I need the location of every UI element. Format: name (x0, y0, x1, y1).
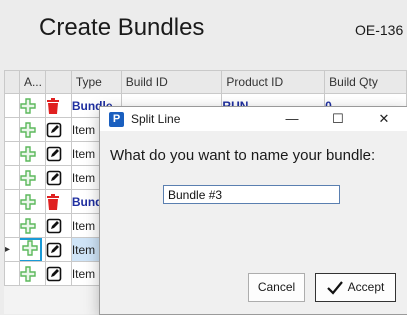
grid-header-build-qty[interactable]: Build Qty (324, 70, 407, 94)
row-pointer (4, 189, 20, 214)
plus-icon[interactable] (20, 97, 36, 114)
add-cell[interactable] (18, 141, 46, 166)
order-id: OE-136 (355, 22, 404, 38)
plus-icon[interactable] (20, 193, 36, 210)
add-cell[interactable] (18, 189, 46, 214)
edit-cell[interactable] (44, 141, 72, 166)
edit-cell[interactable] (44, 117, 72, 142)
add-cell[interactable] (18, 237, 46, 262)
grid-header-build-id[interactable]: Build ID (120, 70, 223, 94)
checkmark-icon (326, 281, 343, 295)
row-pointer: ▸ (4, 237, 20, 262)
accept-button[interactable]: Accept (315, 273, 396, 302)
plus-icon[interactable] (20, 265, 36, 282)
grid-header-action[interactable] (44, 70, 72, 94)
plus-icon[interactable] (20, 169, 36, 186)
row-pointer (4, 117, 20, 142)
edit-icon[interactable] (46, 266, 62, 282)
delete-cell[interactable] (44, 189, 72, 214)
edit-icon[interactable] (46, 218, 62, 234)
dialog-prompt: What do you want to name your bundle: (110, 147, 376, 164)
dialog-title: Split Line (131, 112, 181, 126)
add-cell[interactable] (18, 93, 46, 118)
plus-icon[interactable] (20, 238, 42, 261)
grid-header-type[interactable]: Type (70, 70, 122, 94)
edit-icon[interactable] (46, 122, 62, 138)
edit-icon[interactable] (46, 146, 62, 162)
plus-icon[interactable] (20, 145, 36, 162)
accept-button-label: Accept (347, 280, 385, 294)
page-title: Create Bundles (39, 14, 205, 41)
edit-icon[interactable] (46, 170, 62, 186)
maximize-button[interactable]: ☐ (315, 107, 361, 131)
grid-header-add[interactable]: A... (18, 70, 46, 94)
add-cell[interactable] (18, 261, 46, 286)
plus-icon[interactable] (20, 121, 36, 138)
grid-header-pointer (4, 70, 20, 94)
add-cell[interactable] (18, 117, 46, 142)
edit-cell[interactable] (44, 213, 72, 238)
app-logo-icon: P (109, 112, 124, 127)
bundle-name-input[interactable] (163, 185, 340, 204)
split-line-dialog: P Split Line — ☐ ✕ What do you want to n… (99, 106, 407, 315)
trash-icon[interactable] (46, 97, 62, 114)
row-pointer (4, 213, 20, 238)
row-pointer (4, 165, 20, 190)
add-cell[interactable] (18, 213, 46, 238)
grid-header-product-id[interactable]: Product ID (221, 70, 326, 94)
dialog-titlebar[interactable]: P Split Line — ☐ ✕ (100, 107, 407, 131)
row-pointer (4, 93, 20, 118)
trash-icon[interactable] (46, 193, 62, 210)
cancel-button[interactable]: Cancel (248, 273, 305, 302)
close-button[interactable]: ✕ (361, 107, 407, 131)
edit-cell[interactable] (44, 165, 72, 190)
edit-icon[interactable] (46, 242, 62, 258)
row-pointer (4, 141, 20, 166)
edit-cell[interactable] (44, 261, 72, 286)
minimize-button[interactable]: — (269, 107, 315, 131)
edit-cell[interactable] (44, 237, 72, 262)
add-cell[interactable] (18, 165, 46, 190)
plus-icon[interactable] (20, 217, 36, 234)
row-pointer (4, 261, 20, 286)
delete-cell[interactable] (44, 93, 72, 118)
